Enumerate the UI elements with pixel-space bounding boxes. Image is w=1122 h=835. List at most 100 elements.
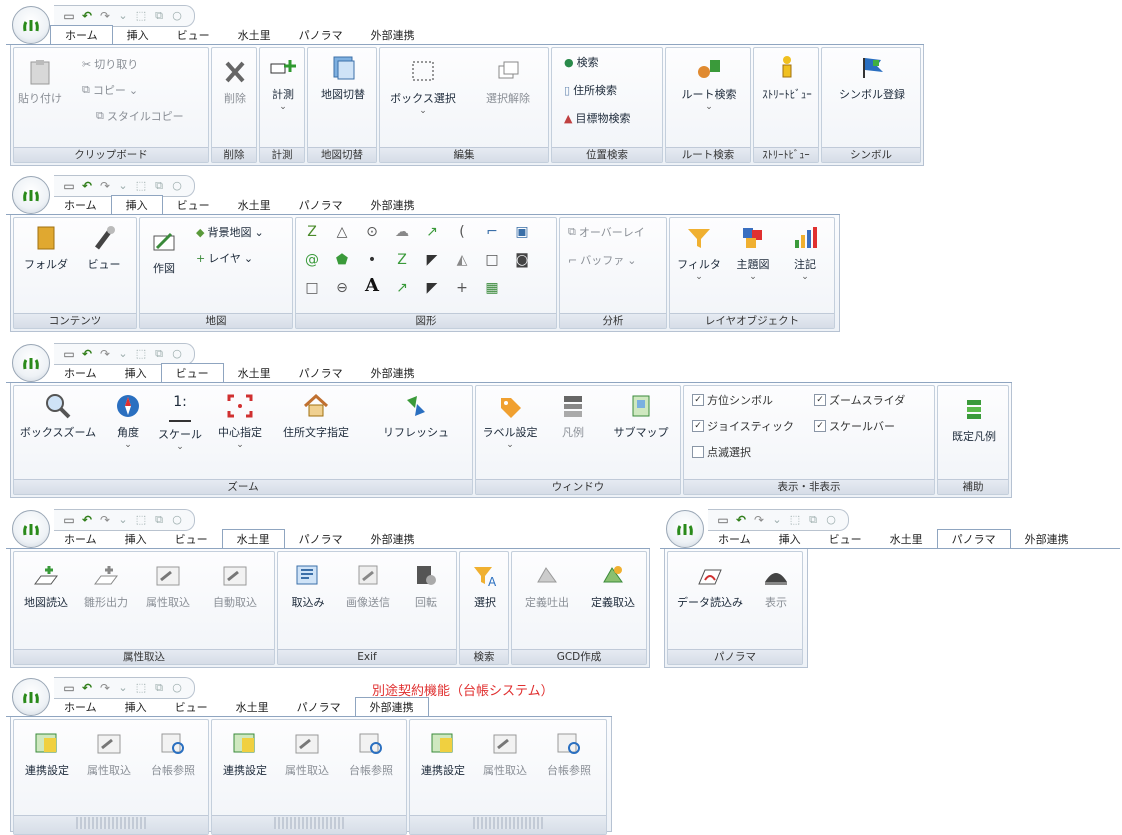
undo-icon[interactable]: ↶ (734, 513, 748, 527)
qat-dropdown-icon[interactable]: ⌄ (116, 179, 130, 193)
pentagon-icon[interactable]: ⬟ (334, 252, 350, 268)
angle-button[interactable]: 角度 ⌄ (108, 392, 148, 450)
cloud-icon[interactable]: ☁ (394, 224, 410, 240)
qat-copy-icon[interactable]: ⧉ (152, 513, 166, 527)
rect-corner-icon[interactable]: ⌐ (484, 224, 500, 240)
box-zoom-button[interactable]: ボックスズーム (16, 392, 100, 440)
square-icon[interactable]: □ (304, 280, 320, 296)
tab-panorama[interactable]: パノラマ (285, 26, 357, 45)
link-setting-button-2[interactable]: 連携設定 (216, 730, 274, 778)
circle-point-icon[interactable]: ⊙ (364, 224, 380, 240)
qat-dropdown-icon[interactable]: ⌄ (770, 513, 784, 527)
image-frame-icon[interactable]: ▣ (514, 224, 530, 240)
qat-copy-icon[interactable]: ⧉ (806, 513, 820, 527)
camera-icon[interactable]: ◙ (514, 252, 530, 268)
ledger-ref-button-1[interactable]: 台帳参照 (142, 730, 204, 778)
tab-home[interactable]: ホーム (50, 698, 111, 717)
shapes-icon[interactable]: ◭ (454, 252, 470, 268)
save-icon[interactable]: ▭ (62, 347, 76, 361)
qat-circle-icon[interactable]: ○ (824, 513, 838, 527)
qat-box-icon[interactable]: ⬚ (134, 179, 148, 193)
blink-checkbox[interactable]: 点滅選択 (692, 444, 751, 460)
qat-circle-icon[interactable]: ○ (170, 9, 184, 23)
tab-home[interactable]: ホーム (50, 196, 111, 215)
tab-external[interactable]: 外部連携 (357, 364, 429, 383)
tab-mizu[interactable]: 水土里 (222, 698, 283, 717)
ledger-ref-button-2[interactable]: 台帳参照 (340, 730, 402, 778)
layer-button[interactable]: + レイヤ ⌄ (196, 250, 253, 266)
label-setting-button[interactable]: ラベル設定 ⌄ (480, 392, 540, 450)
address-search-button[interactable]: ▯ 住所検索 (564, 82, 617, 98)
tab-view[interactable]: ビュー (163, 196, 224, 215)
filter-button[interactable]: フィルタ ⌄ (674, 224, 724, 282)
landmark-search-button[interactable]: ▲ 目標物検索 (564, 110, 630, 126)
style-copy-button[interactable]: ⧉ スタイルコピー (96, 108, 184, 124)
ledger-ref-button-3[interactable]: 台帳参照 (538, 730, 600, 778)
def-output-button[interactable]: 定義吐出 (516, 562, 578, 610)
delete-button[interactable]: 削除 (218, 58, 252, 106)
bgmap-button[interactable]: ◆ 背景地図 ⌄ (196, 224, 264, 240)
dot-icon[interactable]: • (364, 252, 380, 268)
app-menu-button[interactable] (12, 344, 50, 382)
attr-import-button[interactable]: 属性取込 (138, 562, 198, 610)
qat-circle-icon[interactable]: ○ (170, 681, 184, 695)
data-read-button[interactable]: データ読込み (672, 562, 748, 610)
undo-icon[interactable]: ↶ (80, 179, 94, 193)
attr-import-button-3[interactable]: 属性取込 (476, 730, 534, 778)
qat-circle-icon[interactable]: ○ (170, 513, 184, 527)
tab-home[interactable]: ホーム (704, 530, 765, 549)
auto-import-button[interactable]: 自動取込 (204, 562, 266, 610)
redo-icon[interactable]: ↷ (98, 9, 112, 23)
tab-insert[interactable]: 挿入 (111, 698, 161, 717)
qat-copy-icon[interactable]: ⧉ (152, 9, 166, 23)
save-icon[interactable]: ▭ (62, 513, 76, 527)
redo-icon[interactable]: ↷ (98, 179, 112, 193)
app-menu-button[interactable] (12, 6, 50, 44)
save-icon[interactable]: ▭ (716, 513, 730, 527)
refresh-button[interactable]: リフレッシュ (374, 392, 458, 440)
qat-dropdown-icon[interactable]: ⌄ (116, 681, 130, 695)
tab-panorama[interactable]: パノラマ (285, 530, 357, 549)
qat-box-icon[interactable]: ⬚ (134, 9, 148, 23)
save-icon[interactable]: ▭ (62, 179, 76, 193)
polygon-outline-icon[interactable]: △ (334, 224, 350, 240)
tab-mizu[interactable]: 水土里 (224, 26, 285, 45)
attr-import-button-1[interactable]: 属性取込 (80, 730, 138, 778)
undo-icon[interactable]: ↶ (80, 513, 94, 527)
tab-view[interactable]: ビュー (163, 26, 224, 45)
spiral-icon[interactable]: @ (304, 252, 320, 268)
template-output-button[interactable]: 雛形出力 (78, 562, 134, 610)
app-menu-button[interactable] (12, 510, 50, 548)
tab-view[interactable]: ビュー (160, 363, 224, 383)
select-button[interactable]: A 選択 (466, 562, 504, 610)
tab-insert[interactable]: 挿入 (110, 195, 163, 215)
arrow2-icon[interactable]: ↗ (394, 280, 410, 296)
tab-external[interactable]: 外部連携 (1011, 530, 1083, 549)
view-button[interactable]: ビュー (78, 224, 130, 272)
address-text-button[interactable]: 住所文字指定 (274, 392, 358, 440)
route-search-button[interactable]: ルート検索 ⌄ (672, 54, 746, 112)
center-button[interactable]: 中心指定 ⌄ (214, 392, 266, 450)
image-send-button[interactable]: 画像送信 (338, 562, 398, 610)
tab-home[interactable]: ホーム (50, 364, 111, 383)
tab-insert[interactable]: 挿入 (111, 364, 161, 383)
qat-dropdown-icon[interactable]: ⌄ (116, 347, 130, 361)
app-menu-button[interactable] (12, 176, 50, 214)
folder-button[interactable]: フォルダ (20, 224, 72, 272)
zoomslider-checkbox[interactable]: ✓ ズームスライダ (814, 392, 905, 408)
undo-icon[interactable]: ↶ (80, 347, 94, 361)
map-switch-button[interactable]: 地図切替 (314, 54, 372, 102)
qat-box-icon[interactable]: ⬚ (134, 513, 148, 527)
tab-view[interactable]: ビュー (161, 530, 222, 549)
tab-home[interactable]: ホーム (50, 530, 111, 549)
draw-button[interactable]: 作図 (144, 228, 184, 276)
undo-icon[interactable]: ↶ (80, 681, 94, 695)
street-view-button[interactable]: ｽﾄﾘｰﾄﾋﾞｭｰ (758, 54, 816, 102)
text-icon[interactable]: A (364, 277, 380, 295)
tab-mizu[interactable]: 水土里 (221, 529, 285, 549)
scale-button[interactable]: 1: スケール ⌄ (154, 392, 206, 452)
copy-button[interactable]: ⧉ コピー ⌄ (82, 82, 138, 98)
tab-home[interactable]: ホーム (50, 25, 113, 45)
redo-icon[interactable]: ↷ (98, 681, 112, 695)
rectangle-icon[interactable]: □ (484, 252, 500, 268)
